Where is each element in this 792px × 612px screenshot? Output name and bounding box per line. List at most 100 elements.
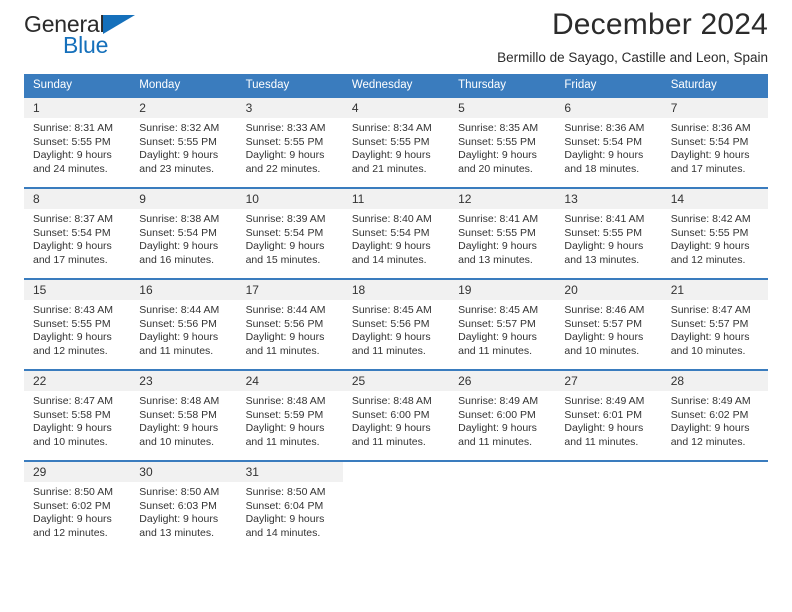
calendar-day-cell-empty bbox=[449, 460, 556, 551]
calendar-day-cell[interactable]: 18 Sunrise: 8:45 AM Sunset: 5:56 PM Dayligh… bbox=[342, 278, 450, 370]
day-details: Sunrise: 8:36 AM Sunset: 5:54 PM Daylight:… bbox=[555, 118, 661, 176]
daylight-duration-line2: and 17 minutes. bbox=[33, 253, 108, 266]
calendar-day-cell[interactable]: 24 Sunrise: 8:48 AM Sunset: 5:59 PM Dayligh… bbox=[236, 369, 343, 461]
sunset-time: Sunset: 5:55 PM bbox=[458, 226, 536, 239]
calendar-day-cell-empty bbox=[661, 460, 768, 551]
daylight-duration-line1: Daylight: 9 hours bbox=[351, 422, 431, 435]
sunset-time: Sunset: 6:00 PM bbox=[351, 408, 430, 421]
sunset-time: Sunset: 5:55 PM bbox=[139, 135, 217, 148]
daylight-duration-line2: and 14 minutes. bbox=[245, 526, 321, 539]
calendar-day-cell-empty bbox=[555, 460, 662, 551]
daylight-duration-line1: Daylight: 9 hours bbox=[245, 513, 325, 526]
calendar-day-cell[interactable]: 6 Sunrise: 8:36 AM Sunset: 5:54 PM Daylight… bbox=[555, 96, 662, 188]
calendar-day-cell[interactable]: 27 Sunrise: 8:49 AM Sunset: 6:01 PM Dayligh… bbox=[555, 369, 662, 461]
calendar-day-cell[interactable]: 14 Sunrise: 8:42 AM Sunset: 5:55 PM Dayligh… bbox=[661, 187, 768, 279]
calendar-day-cell[interactable]: 3 Sunrise: 8:33 AM Sunset: 5:55 PM Daylight… bbox=[236, 96, 343, 188]
calendar-day-cell[interactable]: 17 Sunrise: 8:44 AM Sunset: 5:56 PM Dayligh… bbox=[236, 278, 343, 370]
calendar-day-cell[interactable]: 15 Sunrise: 8:43 AM Sunset: 5:55 PM Dayligh… bbox=[24, 278, 131, 370]
daylight-duration-line1: Daylight: 9 hours bbox=[139, 149, 219, 162]
weekday-header-thursday: Thursday bbox=[449, 74, 556, 97]
day-details: Sunrise: 8:49 AM Sunset: 6:01 PM Daylight:… bbox=[555, 391, 661, 449]
calendar-week-row: 29 Sunrise: 8:50 AM Sunset: 6:02 PM Dayligh… bbox=[24, 460, 768, 551]
day-number: 17 bbox=[236, 280, 343, 300]
day-number: 30 bbox=[130, 462, 237, 482]
calendar-day-cell[interactable]: 5 Sunrise: 8:35 AM Sunset: 5:55 PM Daylight… bbox=[449, 96, 556, 188]
day-number: 9 bbox=[130, 189, 237, 209]
day-number: 16 bbox=[130, 280, 237, 300]
daylight-duration-line2: and 12 minutes. bbox=[33, 526, 108, 539]
sunset-time: Sunset: 5:58 PM bbox=[33, 408, 111, 421]
daylight-duration-line1: Daylight: 9 hours bbox=[458, 422, 537, 435]
calendar-day-cell[interactable]: 1 Sunrise: 8:31 AM Sunset: 5:55 PM Daylight… bbox=[24, 96, 131, 188]
day-details: Sunrise: 8:41 AM Sunset: 5:55 PM Daylight:… bbox=[449, 209, 555, 267]
day-number: 10 bbox=[236, 189, 343, 209]
daylight-duration-line2: and 10 minutes. bbox=[139, 435, 214, 448]
sunrise-time: Sunrise: 8:47 AM bbox=[33, 395, 113, 407]
day-details: Sunrise: 8:49 AM Sunset: 6:00 PM Daylight:… bbox=[449, 391, 555, 449]
calendar-day-cell[interactable]: 10 Sunrise: 8:39 AM Sunset: 5:54 PM Dayligh… bbox=[236, 187, 343, 279]
calendar-day-cell[interactable]: 20 Sunrise: 8:46 AM Sunset: 5:57 PM Dayligh… bbox=[555, 278, 662, 370]
day-number: 8 bbox=[24, 189, 131, 209]
daylight-duration-line1: Daylight: 9 hours bbox=[351, 240, 431, 253]
daylight-duration-line1: Daylight: 9 hours bbox=[670, 240, 750, 253]
sunrise-time: Sunrise: 8:35 AM bbox=[458, 122, 539, 134]
weekday-header-wednesday: Wednesday bbox=[342, 74, 450, 97]
day-number: 23 bbox=[130, 371, 237, 391]
calendar-day-cell[interactable]: 28 Sunrise: 8:49 AM Sunset: 6:02 PM Dayligh… bbox=[661, 369, 768, 461]
day-number: 15 bbox=[24, 280, 131, 300]
calendar-day-cell[interactable]: 22 Sunrise: 8:47 AM Sunset: 5:58 PM Dayligh… bbox=[24, 369, 131, 461]
sunrise-time: Sunrise: 8:44 AM bbox=[245, 304, 326, 316]
day-details: Sunrise: 8:43 AM Sunset: 5:55 PM Daylight:… bbox=[24, 300, 130, 358]
daylight-duration-line1: Daylight: 9 hours bbox=[670, 422, 750, 435]
calendar-day-cell[interactable]: 8 Sunrise: 8:37 AM Sunset: 5:54 PM Daylight… bbox=[24, 187, 131, 279]
daylight-duration-line1: Daylight: 9 hours bbox=[245, 422, 325, 435]
sunrise-time: Sunrise: 8:33 AM bbox=[245, 122, 326, 134]
calendar-day-cell[interactable]: 30 Sunrise: 8:50 AM Sunset: 6:03 PM Dayligh… bbox=[130, 460, 237, 551]
sunrise-time: Sunrise: 8:50 AM bbox=[33, 486, 113, 498]
calendar-day-cell[interactable]: 29 Sunrise: 8:50 AM Sunset: 6:02 PM Dayligh… bbox=[24, 460, 131, 551]
day-details: Sunrise: 8:34 AM Sunset: 5:55 PM Daylight:… bbox=[343, 118, 449, 176]
daylight-duration-line2: and 11 minutes. bbox=[245, 344, 320, 357]
day-number: 22 bbox=[24, 371, 131, 391]
calendar-day-cell[interactable]: 31 Sunrise: 8:50 AM Sunset: 6:04 PM Dayligh… bbox=[236, 460, 343, 551]
daylight-duration-line2: and 15 minutes. bbox=[245, 253, 321, 266]
sunrise-time: Sunrise: 8:36 AM bbox=[670, 122, 751, 134]
day-number: 28 bbox=[661, 371, 768, 391]
calendar-day-cell[interactable]: 7 Sunrise: 8:36 AM Sunset: 5:54 PM Daylight… bbox=[661, 96, 768, 188]
day-number: 21 bbox=[661, 280, 768, 300]
calendar-day-cell[interactable]: 19 Sunrise: 8:45 AM Sunset: 5:57 PM Dayligh… bbox=[449, 278, 556, 370]
calendar-day-cell[interactable]: 11 Sunrise: 8:40 AM Sunset: 5:54 PM Dayligh… bbox=[342, 187, 450, 279]
daylight-duration-line1: Daylight: 9 hours bbox=[458, 240, 537, 253]
daylight-duration-line2: and 10 minutes. bbox=[564, 344, 640, 357]
daylight-duration-line2: and 11 minutes. bbox=[458, 435, 533, 448]
day-details: Sunrise: 8:49 AM Sunset: 6:02 PM Daylight:… bbox=[662, 391, 768, 449]
calendar-day-cell[interactable]: 4 Sunrise: 8:34 AM Sunset: 5:55 PM Daylight… bbox=[342, 96, 450, 188]
calendar-day-cell[interactable]: 21 Sunrise: 8:47 AM Sunset: 5:57 PM Dayligh… bbox=[661, 278, 768, 370]
calendar-week-row: 15 Sunrise: 8:43 AM Sunset: 5:55 PM Dayligh… bbox=[24, 278, 768, 370]
sunrise-time: Sunrise: 8:36 AM bbox=[564, 122, 645, 134]
day-details: Sunrise: 8:33 AM Sunset: 5:55 PM Daylight:… bbox=[237, 118, 343, 176]
calendar-day-cell[interactable]: 2 Sunrise: 8:32 AM Sunset: 5:55 PM Daylight… bbox=[130, 96, 237, 188]
sunset-time: Sunset: 5:57 PM bbox=[670, 317, 749, 330]
daylight-duration-line1: Daylight: 9 hours bbox=[245, 331, 325, 344]
calendar-day-cell[interactable]: 16 Sunrise: 8:44 AM Sunset: 5:56 PM Dayligh… bbox=[130, 278, 237, 370]
calendar-day-cell[interactable]: 9 Sunrise: 8:38 AM Sunset: 5:54 PM Daylight… bbox=[130, 187, 237, 279]
calendar-day-cell[interactable]: 23 Sunrise: 8:48 AM Sunset: 5:58 PM Dayligh… bbox=[130, 369, 237, 461]
daylight-duration-line1: Daylight: 9 hours bbox=[245, 149, 325, 162]
daylight-duration-line2: and 13 minutes. bbox=[564, 253, 640, 266]
daylight-duration-line2: and 11 minutes. bbox=[245, 435, 320, 448]
sunset-time: Sunset: 6:03 PM bbox=[139, 499, 217, 512]
sunset-time: Sunset: 5:56 PM bbox=[351, 317, 430, 330]
daylight-duration-line2: and 16 minutes. bbox=[139, 253, 214, 266]
calendar-day-cell[interactable]: 25 Sunrise: 8:48 AM Sunset: 6:00 PM Dayligh… bbox=[342, 369, 450, 461]
logo-text-blue: Blue bbox=[63, 32, 109, 58]
calendar-day-cell[interactable]: 12 Sunrise: 8:41 AM Sunset: 5:55 PM Dayligh… bbox=[449, 187, 556, 279]
day-number: 2 bbox=[130, 98, 237, 118]
daylight-duration-line2: and 21 minutes. bbox=[351, 162, 427, 175]
daylight-duration-line2: and 11 minutes. bbox=[351, 344, 426, 357]
day-details: Sunrise: 8:48 AM Sunset: 5:58 PM Daylight:… bbox=[130, 391, 236, 449]
calendar-day-cell[interactable]: 13 Sunrise: 8:41 AM Sunset: 5:55 PM Dayligh… bbox=[555, 187, 662, 279]
sunset-time: Sunset: 5:55 PM bbox=[564, 226, 643, 239]
calendar-day-cell[interactable]: 26 Sunrise: 8:49 AM Sunset: 6:00 PM Dayligh… bbox=[449, 369, 556, 461]
weekday-header-tuesday: Tuesday bbox=[236, 74, 343, 97]
